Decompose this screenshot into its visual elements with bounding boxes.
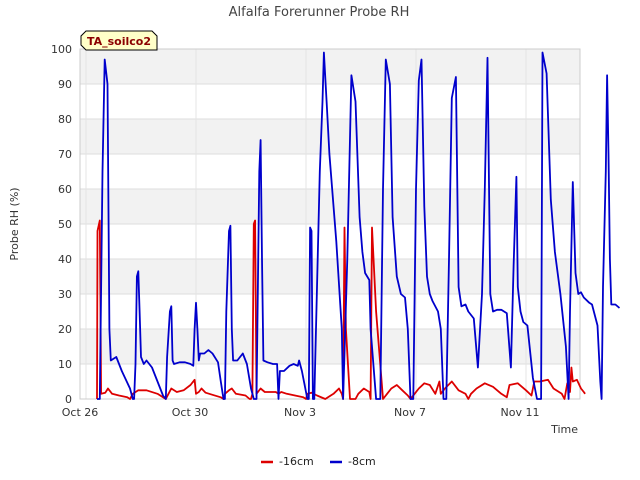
- plot-band: [80, 189, 580, 224]
- y-tick-label: 60: [58, 183, 72, 196]
- x-tick-label: Nov 11: [501, 406, 540, 419]
- legend-label: -8cm: [348, 455, 376, 468]
- y-tick-label: 30: [58, 288, 72, 301]
- y-tick-label: 40: [58, 253, 72, 266]
- x-tick-label: Nov 7: [394, 406, 426, 419]
- chart: Alfalfa Forerunner Probe RH 0 10 20 30 40 50 6…: [8, 5, 621, 468]
- y-tick-label: 50: [58, 218, 72, 231]
- x-tick-label: Nov 3: [284, 406, 316, 419]
- y-tick-label: 90: [58, 78, 72, 91]
- x-axis-ticks: Oct 26 Oct 30 Nov 3 Nov 7 Nov 11: [62, 406, 540, 419]
- x-tick-label: Oct 26: [62, 406, 99, 419]
- y-tick-label: 100: [51, 43, 72, 56]
- x-axis-label: Time: [550, 423, 578, 436]
- chart-title: Alfalfa Forerunner Probe RH: [229, 5, 410, 20]
- y-axis-label: Probe RH (%): [8, 187, 21, 260]
- legend-label: -16cm: [279, 455, 314, 468]
- plot-band: [80, 224, 580, 259]
- y-tick-label: 70: [58, 148, 72, 161]
- plot-band: [80, 259, 580, 294]
- y-tick-label: 0: [65, 393, 72, 406]
- plot-band: [80, 329, 580, 364]
- site-label-text: TA_soilco2: [87, 35, 151, 48]
- site-label-box: TA_soilco2: [80, 30, 158, 51]
- y-tick-label: 10: [58, 358, 72, 371]
- y-axis-ticks: 0 10 20 30 40 50 60 70 80 90 100: [51, 43, 72, 406]
- y-tick-label: 80: [58, 113, 72, 126]
- x-tick-label: Oct 30: [172, 406, 209, 419]
- plot-band: [80, 84, 580, 119]
- plot-band: [80, 49, 580, 84]
- legend: -16cm -8cm: [261, 455, 376, 468]
- y-tick-label: 20: [58, 323, 72, 336]
